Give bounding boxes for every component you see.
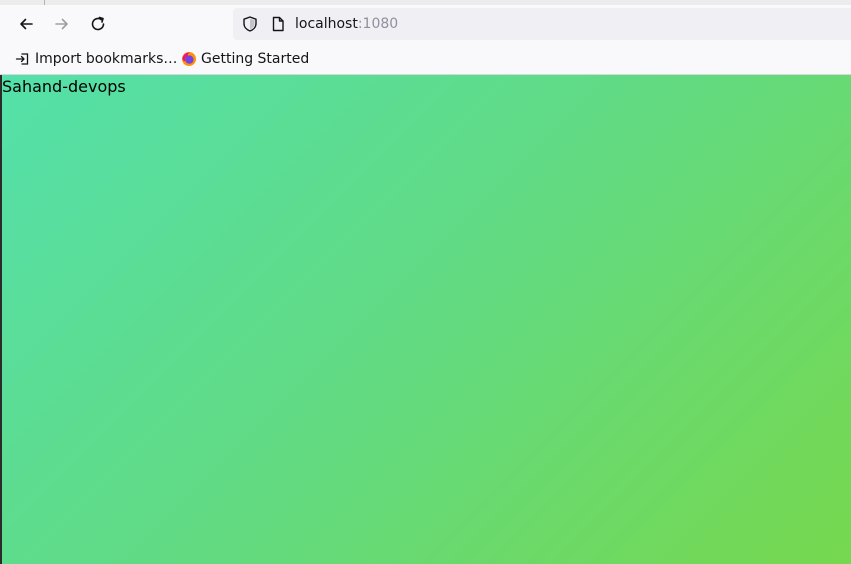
bookmark-import-label: Import bookmarks…: [35, 51, 178, 67]
page-content: Sahand-devops: [0, 75, 851, 564]
firefox-icon: [181, 51, 197, 67]
url-host: localhost: [295, 16, 358, 32]
bookmark-getting-started[interactable]: Getting Started: [181, 49, 309, 69]
bookmark-getting-started-label: Getting Started: [201, 51, 310, 67]
address-bar[interactable]: localhost:1080: [233, 8, 851, 40]
browser-window: localhost:1080 Import bookmarks… Getting…: [0, 0, 851, 564]
bookmarks-toolbar: Import bookmarks… Getting Started: [0, 43, 851, 75]
forward-arrow-icon: [55, 18, 68, 30]
import-icon: [15, 51, 31, 67]
reload-button[interactable]: [83, 9, 113, 39]
forward-button[interactable]: [47, 9, 77, 39]
url-port: :1080: [357, 16, 399, 32]
shield-icon[interactable]: [241, 15, 259, 33]
page-icon[interactable]: [269, 15, 287, 33]
url-text[interactable]: localhost:1080: [295, 15, 398, 33]
reload-icon: [91, 16, 105, 31]
page-text: Sahand-devops: [2, 77, 126, 96]
back-arrow-icon: [20, 18, 33, 30]
navigation-toolbar: localhost:1080: [0, 5, 851, 43]
bookmark-import[interactable]: Import bookmarks…: [15, 49, 177, 69]
back-button[interactable]: [11, 9, 41, 39]
